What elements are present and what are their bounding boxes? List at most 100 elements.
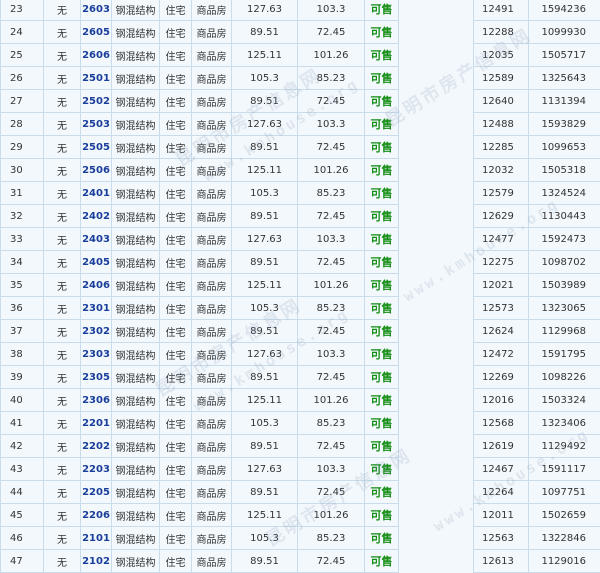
- sale-status: 可售: [364, 480, 399, 504]
- empty-cell: [398, 388, 474, 412]
- total-price: 1131394: [528, 89, 600, 113]
- total-price: 1322846: [528, 526, 600, 550]
- usage: 住宅: [159, 0, 192, 21]
- mortgage-flag: 无: [43, 89, 81, 113]
- empty-cell: [398, 204, 474, 228]
- mortgage-flag: 无: [43, 227, 81, 251]
- table-row: 47 无 2102 钢混结构 住宅 商品房 89.51 72.45 可售 12613 1129016: [0, 549, 600, 573]
- property-type: 商品房: [191, 457, 232, 481]
- room-number: 2306: [80, 388, 112, 412]
- row-number: 29: [0, 135, 44, 159]
- total-price: 1129968: [528, 319, 600, 343]
- sale-status: 可售: [364, 273, 399, 297]
- unit-price: 12477: [473, 227, 529, 251]
- property-type: 商品房: [191, 227, 232, 251]
- row-number: 24: [0, 20, 44, 44]
- property-type: 商品房: [191, 434, 232, 458]
- usage: 住宅: [159, 457, 192, 481]
- sale-status: 可售: [364, 89, 399, 113]
- building-area: 127.63: [231, 227, 298, 251]
- property-type: 商品房: [191, 296, 232, 320]
- inner-area: 72.45: [297, 549, 365, 573]
- inner-area: 103.3: [297, 227, 365, 251]
- room-number: 2402: [80, 204, 112, 228]
- usage: 住宅: [159, 365, 192, 389]
- empty-cell: [398, 526, 474, 550]
- unit-price: 12579: [473, 181, 529, 205]
- building-area: 125.11: [231, 43, 298, 67]
- room-number: 2401: [80, 181, 112, 205]
- sale-status: 可售: [364, 319, 399, 343]
- structure-type: 钢混结构: [111, 388, 160, 412]
- room-number: 2505: [80, 135, 112, 159]
- row-number: 35: [0, 273, 44, 297]
- inner-area: 85.23: [297, 66, 365, 90]
- inner-area: 103.3: [297, 457, 365, 481]
- unit-price: 12016: [473, 388, 529, 412]
- empty-cell: [398, 20, 474, 44]
- unit-price: 12285: [473, 135, 529, 159]
- building-area: 89.51: [231, 549, 298, 573]
- building-area: 89.51: [231, 480, 298, 504]
- room-number: 2501: [80, 66, 112, 90]
- unit-price: 12264: [473, 480, 529, 504]
- sale-status: 可售: [364, 549, 399, 573]
- usage: 住宅: [159, 89, 192, 113]
- inner-area: 85.23: [297, 181, 365, 205]
- total-price: 1503324: [528, 388, 600, 412]
- table-row: 29 无 2505 钢混结构 住宅 商品房 89.51 72.45 可售 12285 1099653: [0, 135, 600, 159]
- mortgage-flag: 无: [43, 158, 81, 182]
- inner-area: 101.26: [297, 388, 365, 412]
- inner-area: 72.45: [297, 319, 365, 343]
- mortgage-flag: 无: [43, 296, 81, 320]
- usage: 住宅: [159, 135, 192, 159]
- inner-area: 72.45: [297, 89, 365, 113]
- row-number: 43: [0, 457, 44, 481]
- total-price: 1503989: [528, 273, 600, 297]
- table-row: 39 无 2305 钢混结构 住宅 商品房 89.51 72.45 可售 12269 1098226: [0, 365, 600, 389]
- empty-cell: [398, 296, 474, 320]
- table-row: 45 无 2206 钢混结构 住宅 商品房 125.11 101.26 可售 12011 15026…: [0, 503, 600, 527]
- property-type: 商品房: [191, 0, 232, 21]
- empty-cell: [398, 411, 474, 435]
- usage: 住宅: [159, 296, 192, 320]
- empty-cell: [398, 0, 474, 21]
- building-area: 127.63: [231, 457, 298, 481]
- total-price: 1098702: [528, 250, 600, 274]
- building-area: 89.51: [231, 434, 298, 458]
- usage: 住宅: [159, 250, 192, 274]
- total-price: 1505717: [528, 43, 600, 67]
- sale-status: 可售: [364, 365, 399, 389]
- usage: 住宅: [159, 526, 192, 550]
- table-row: 33 无 2403 钢混结构 住宅 商品房 127.63 103.3 可售 12477 159247…: [0, 227, 600, 251]
- room-number: 2101: [80, 526, 112, 550]
- building-area: 89.51: [231, 89, 298, 113]
- unit-price: 12640: [473, 89, 529, 113]
- total-price: 1130443: [528, 204, 600, 228]
- room-number: 2201: [80, 411, 112, 435]
- room-number: 2305: [80, 365, 112, 389]
- empty-cell: [398, 181, 474, 205]
- table-row: 27 无 2502 钢混结构 住宅 商品房 89.51 72.45 可售 12640 1131394: [0, 89, 600, 113]
- housing-units-table: 23 无 2603 钢混结构 住宅 商品房 127.63 103.3 可售 12491 159423…: [0, 0, 600, 573]
- structure-type: 钢混结构: [111, 457, 160, 481]
- row-number: 37: [0, 319, 44, 343]
- room-number: 2403: [80, 227, 112, 251]
- empty-cell: [398, 158, 474, 182]
- mortgage-flag: 无: [43, 549, 81, 573]
- row-number: 32: [0, 204, 44, 228]
- structure-type: 钢混结构: [111, 227, 160, 251]
- total-price: 1323065: [528, 296, 600, 320]
- table-row: 32 无 2402 钢混结构 住宅 商品房 89.51 72.45 可售 12629 1130443: [0, 204, 600, 228]
- empty-cell: [398, 43, 474, 67]
- table-row: 30 无 2506 钢混结构 住宅 商品房 125.11 101.26 可售 12032 15053…: [0, 158, 600, 182]
- property-type: 商品房: [191, 20, 232, 44]
- structure-type: 钢混结构: [111, 135, 160, 159]
- usage: 住宅: [159, 503, 192, 527]
- structure-type: 钢混结构: [111, 526, 160, 550]
- structure-type: 钢混结构: [111, 66, 160, 90]
- structure-type: 钢混结构: [111, 480, 160, 504]
- inner-area: 72.45: [297, 20, 365, 44]
- empty-cell: [398, 112, 474, 136]
- usage: 住宅: [159, 158, 192, 182]
